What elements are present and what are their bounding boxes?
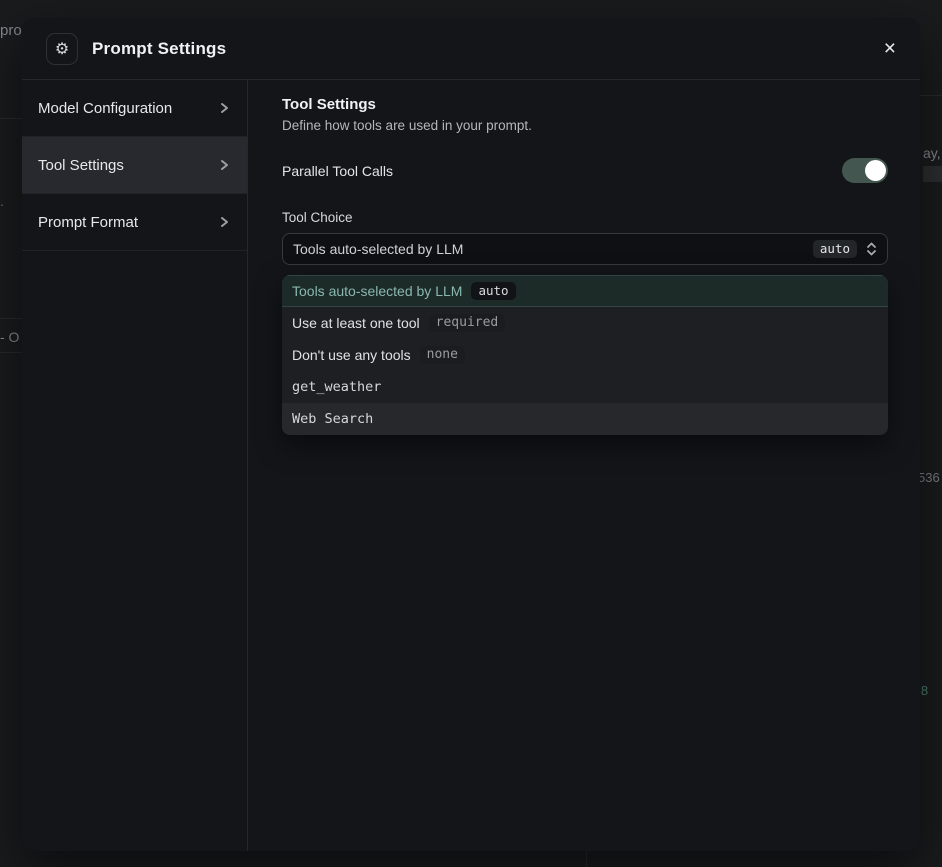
close-icon[interactable]: ×	[884, 38, 896, 59]
selected-value: Tools auto-selected by LLM	[293, 241, 813, 257]
background-text-fragment: 536	[918, 470, 940, 485]
background-text-fragment: - O	[0, 329, 19, 345]
parallel-tool-calls-label: Parallel Tool Calls	[282, 163, 393, 179]
modal-title: Prompt Settings	[92, 39, 226, 59]
background-divider	[0, 352, 22, 353]
dropdown-option-none[interactable]: Don't use any tools none	[282, 339, 888, 371]
dropdown-option-required[interactable]: Use at least one tool required	[282, 307, 888, 339]
dropdown-option-auto[interactable]: Tools auto-selected by LLM auto	[282, 275, 888, 307]
background-divider	[920, 95, 942, 96]
sidebar-item-prompt-format[interactable]: Prompt Format	[22, 194, 247, 251]
option-badge: none	[420, 346, 465, 364]
chevron-right-icon	[217, 101, 231, 115]
toggle-knob	[865, 160, 886, 181]
option-label: Don't use any tools	[292, 347, 411, 363]
dropdown-option-web-search[interactable]: Web Search	[282, 403, 888, 435]
background-divider	[0, 318, 22, 319]
background-text-fragment: .	[0, 193, 4, 209]
chevron-right-icon	[217, 215, 231, 229]
section-description: Define how tools are used in your prompt…	[282, 118, 888, 133]
option-badge: required	[429, 314, 506, 332]
settings-sidebar: Model Configuration Tool Settings Prompt…	[22, 80, 248, 851]
selected-value-badge: auto	[813, 240, 857, 258]
sidebar-item-model-configuration[interactable]: Model Configuration	[22, 80, 247, 137]
tool-choice-select[interactable]: Tools auto-selected by LLM auto	[282, 233, 888, 265]
chevron-right-icon	[217, 158, 231, 172]
option-label: Web Search	[292, 411, 373, 427]
parallel-tool-calls-row: Parallel Tool Calls	[282, 158, 888, 183]
option-label: Use at least one tool	[292, 315, 420, 331]
option-label: get_weather	[292, 379, 381, 395]
parallel-tool-calls-toggle[interactable]	[842, 158, 888, 183]
sidebar-item-label: Model Configuration	[38, 100, 172, 117]
sidebar-item-tool-settings[interactable]: Tool Settings	[22, 137, 247, 194]
background-text-fragment: pro	[0, 22, 22, 39]
section-heading: Tool Settings	[282, 96, 888, 113]
background-divider	[0, 118, 22, 119]
background-text-fragment: ay,	[923, 145, 941, 161]
gear-icon: ⚙	[46, 33, 78, 65]
sidebar-item-label: Prompt Format	[38, 214, 138, 231]
modal-body: Model Configuration Tool Settings Prompt…	[22, 80, 920, 851]
tool-settings-panel: Tool Settings Define how tools are used …	[248, 80, 920, 851]
modal-header: ⚙ Prompt Settings ×	[22, 18, 920, 80]
sidebar-item-label: Tool Settings	[38, 157, 124, 174]
option-badge: auto	[471, 282, 515, 300]
tool-choice-dropdown: Tools auto-selected by LLM auto Use at l…	[282, 275, 888, 435]
background-divider	[586, 851, 587, 867]
tool-choice-label: Tool Choice	[282, 210, 888, 225]
option-label: Tools auto-selected by LLM	[292, 283, 462, 299]
gear-glyph: ⚙	[55, 39, 69, 59]
dropdown-option-get-weather[interactable]: get_weather	[282, 371, 888, 403]
chevron-updown-icon	[864, 241, 879, 257]
prompt-settings-modal: ⚙ Prompt Settings × Model Configuration …	[22, 18, 920, 851]
background-bar	[923, 166, 942, 182]
